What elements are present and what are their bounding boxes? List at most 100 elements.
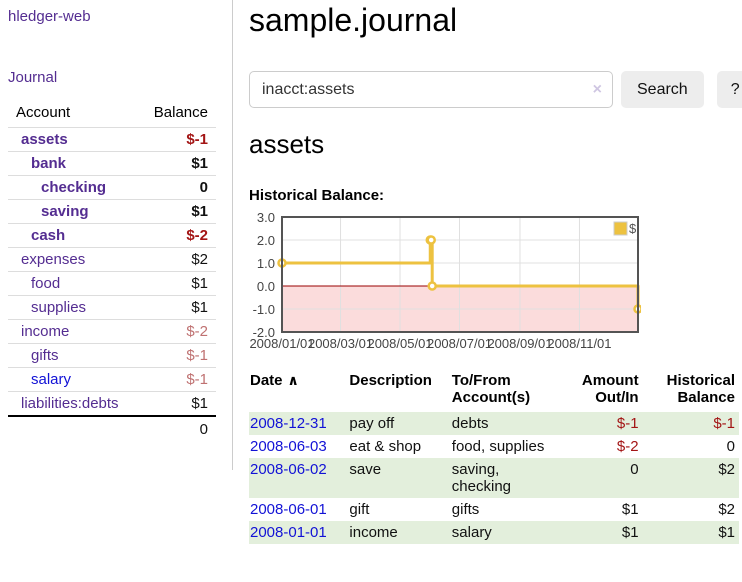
y-axis-tick-label: -1.0 xyxy=(253,302,275,317)
register-table-body: 2008-12-31pay offdebts$-1$-12008-06-03ea… xyxy=(249,412,739,544)
help-button[interactable]: ? xyxy=(717,71,742,108)
sidebar-account-expenses[interactable]: expenses xyxy=(21,251,85,268)
account-balance: $-1 xyxy=(135,368,216,392)
legend-label: $ xyxy=(629,221,637,236)
register-date-cell: 2008-01-01 xyxy=(249,521,345,544)
account-row: assets$-1 xyxy=(8,128,216,152)
register-balance: $2 xyxy=(643,458,739,498)
clear-search-icon[interactable]: × xyxy=(593,82,602,98)
accounts-table-body: assets$-1bank$1checking0saving$1cash$-2e… xyxy=(8,128,216,417)
accounts-total-spacer xyxy=(8,416,135,442)
account-cell: expenses xyxy=(8,248,135,272)
register-row: 2008-01-01incomesalary$1$1 xyxy=(249,521,739,544)
transaction-date-link[interactable]: 2008-06-03 xyxy=(250,438,327,455)
account-balance: $2 xyxy=(135,248,216,272)
x-axis-tick-label: 2008/03/01 xyxy=(308,336,373,351)
chart-heading: Historical Balance: xyxy=(249,187,742,204)
accounts-table: Account Balance assets$-1bank$1checking0… xyxy=(8,100,216,442)
account-cell: supplies xyxy=(8,296,135,320)
sidebar-account-gifts[interactable]: gifts xyxy=(31,347,59,364)
transaction-date-link[interactable]: 2008-01-01 xyxy=(250,524,327,541)
sidebar-account-liabilities-debts[interactable]: liabilities:debts xyxy=(21,395,119,412)
sidebar-item-journal[interactable]: Journal xyxy=(8,69,216,86)
account-cell: liabilities:debts xyxy=(8,392,135,417)
search-button[interactable]: Search xyxy=(621,71,704,108)
register-description: income xyxy=(345,521,447,544)
account-row: salary $-1 xyxy=(8,368,216,392)
x-axis-tick-label: 2008/11/01 xyxy=(547,336,611,351)
account-row: gifts$-1 xyxy=(8,344,216,368)
main-content: sample.journal × Search ? assets Histori… xyxy=(233,0,742,569)
register-header-amount: Amount Out/In xyxy=(564,370,642,412)
sidebar-account-saving[interactable]: saving xyxy=(41,203,89,220)
account-cell: income xyxy=(8,320,135,344)
register-header-description: Description xyxy=(345,370,447,412)
sidebar-account-bank[interactable]: bank xyxy=(31,155,66,172)
sidebar-account-income[interactable]: income xyxy=(21,323,69,340)
sidebar-account-assets[interactable]: assets xyxy=(21,131,68,148)
account-cell: gifts xyxy=(8,344,135,368)
account-balance: 0 xyxy=(135,176,216,200)
transaction-date-link[interactable]: 2008-06-02 xyxy=(250,461,327,478)
account-balance: $1 xyxy=(135,200,216,224)
legend-swatch-icon xyxy=(614,222,627,235)
y-axis-tick-label: 1.0 xyxy=(257,256,275,271)
search-bar: × Search ? xyxy=(249,71,742,108)
register-balance: $-1 xyxy=(643,412,739,435)
register-amount: $-1 xyxy=(564,412,642,435)
account-row: cash$-2 xyxy=(8,224,216,248)
y-axis-tick-label: 2.0 xyxy=(257,233,275,248)
x-axis-tick-label: 2008/09/01 xyxy=(487,336,552,351)
y-axis-tick-label: 3.0 xyxy=(257,212,275,225)
sidebar-account-cash[interactable]: cash xyxy=(31,227,65,244)
account-cell: checking xyxy=(8,176,135,200)
register-date-cell: 2008-06-01 xyxy=(249,498,345,521)
y-axis-tick-label: 0.0 xyxy=(257,279,275,294)
x-axis-tick-label: 2008/01/01 xyxy=(249,336,314,351)
x-axis-tick-label: 2008/07/01 xyxy=(427,336,492,351)
account-balance: $1 xyxy=(135,392,216,417)
register-amount: $1 xyxy=(564,521,642,544)
account-row: checking 0 xyxy=(8,176,216,200)
register-date-cell: 2008-12-31 xyxy=(249,412,345,435)
register-description: gift xyxy=(345,498,447,521)
register-description: eat & shop xyxy=(345,435,447,458)
account-balance: $1 xyxy=(135,296,216,320)
sidebar-account-salary[interactable]: salary xyxy=(31,371,71,388)
register-amount: $-2 xyxy=(564,435,642,458)
register-description: pay off xyxy=(345,412,447,435)
search-input[interactable] xyxy=(249,71,613,108)
register-amount: 0 xyxy=(564,458,642,498)
register-balance: $2 xyxy=(643,498,739,521)
sidebar-account-food[interactable]: food xyxy=(31,275,60,292)
page-title: sample.journal xyxy=(249,2,742,39)
account-row: saving $1 xyxy=(8,200,216,224)
register-accounts: debts xyxy=(448,412,564,435)
search-input-wrap: × xyxy=(249,71,613,108)
register-header-date[interactable]: Date∧ xyxy=(249,370,345,412)
account-cell: saving xyxy=(8,200,135,224)
account-cell: assets xyxy=(8,128,135,152)
register-date-cell: 2008-06-02 xyxy=(249,458,345,498)
register-row: 2008-06-03eat & shopfood, supplies$-20 xyxy=(249,435,739,458)
sidebar-account-checking[interactable]: checking xyxy=(41,179,106,196)
account-row: bank$1 xyxy=(8,152,216,176)
accounts-header-balance: Balance xyxy=(135,100,216,128)
sidebar-account-supplies[interactable]: supplies xyxy=(31,299,86,316)
register-row: 2008-06-01giftgifts$1$2 xyxy=(249,498,739,521)
register-description: save xyxy=(345,458,447,498)
register-header-balance: Historical Balance xyxy=(643,370,739,412)
register-header-date-label: Date xyxy=(250,372,283,389)
register-header-accounts: To/From Account(s) xyxy=(448,370,564,412)
account-cell: food xyxy=(8,272,135,296)
account-balance: $-2 xyxy=(135,320,216,344)
transaction-date-link[interactable]: 2008-12-31 xyxy=(250,415,327,432)
register-amount: $1 xyxy=(564,498,642,521)
register-accounts: salary xyxy=(448,521,564,544)
brand-link[interactable]: hledger-web xyxy=(8,8,91,25)
x-axis-tick-label: 2008/05/01 xyxy=(367,336,432,351)
account-row: liabilities:debts $1 xyxy=(8,392,216,417)
transaction-date-link[interactable]: 2008-06-01 xyxy=(250,501,327,518)
account-cell: cash xyxy=(8,224,135,248)
account-row: income $-2 xyxy=(8,320,216,344)
